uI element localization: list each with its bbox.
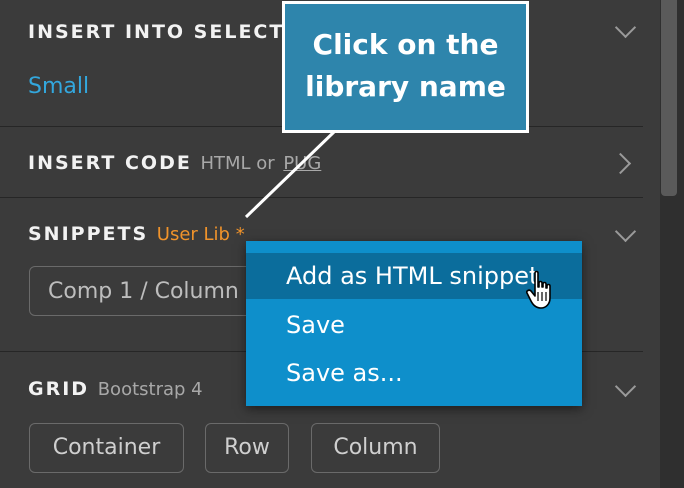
callout-line-2: library name xyxy=(305,70,506,103)
hand-pointer-icon xyxy=(526,270,551,309)
callout-text: Click on the library name xyxy=(285,24,526,108)
callout-box: Click on the library name xyxy=(282,1,529,133)
callout-line-1: Click on the xyxy=(312,28,499,61)
